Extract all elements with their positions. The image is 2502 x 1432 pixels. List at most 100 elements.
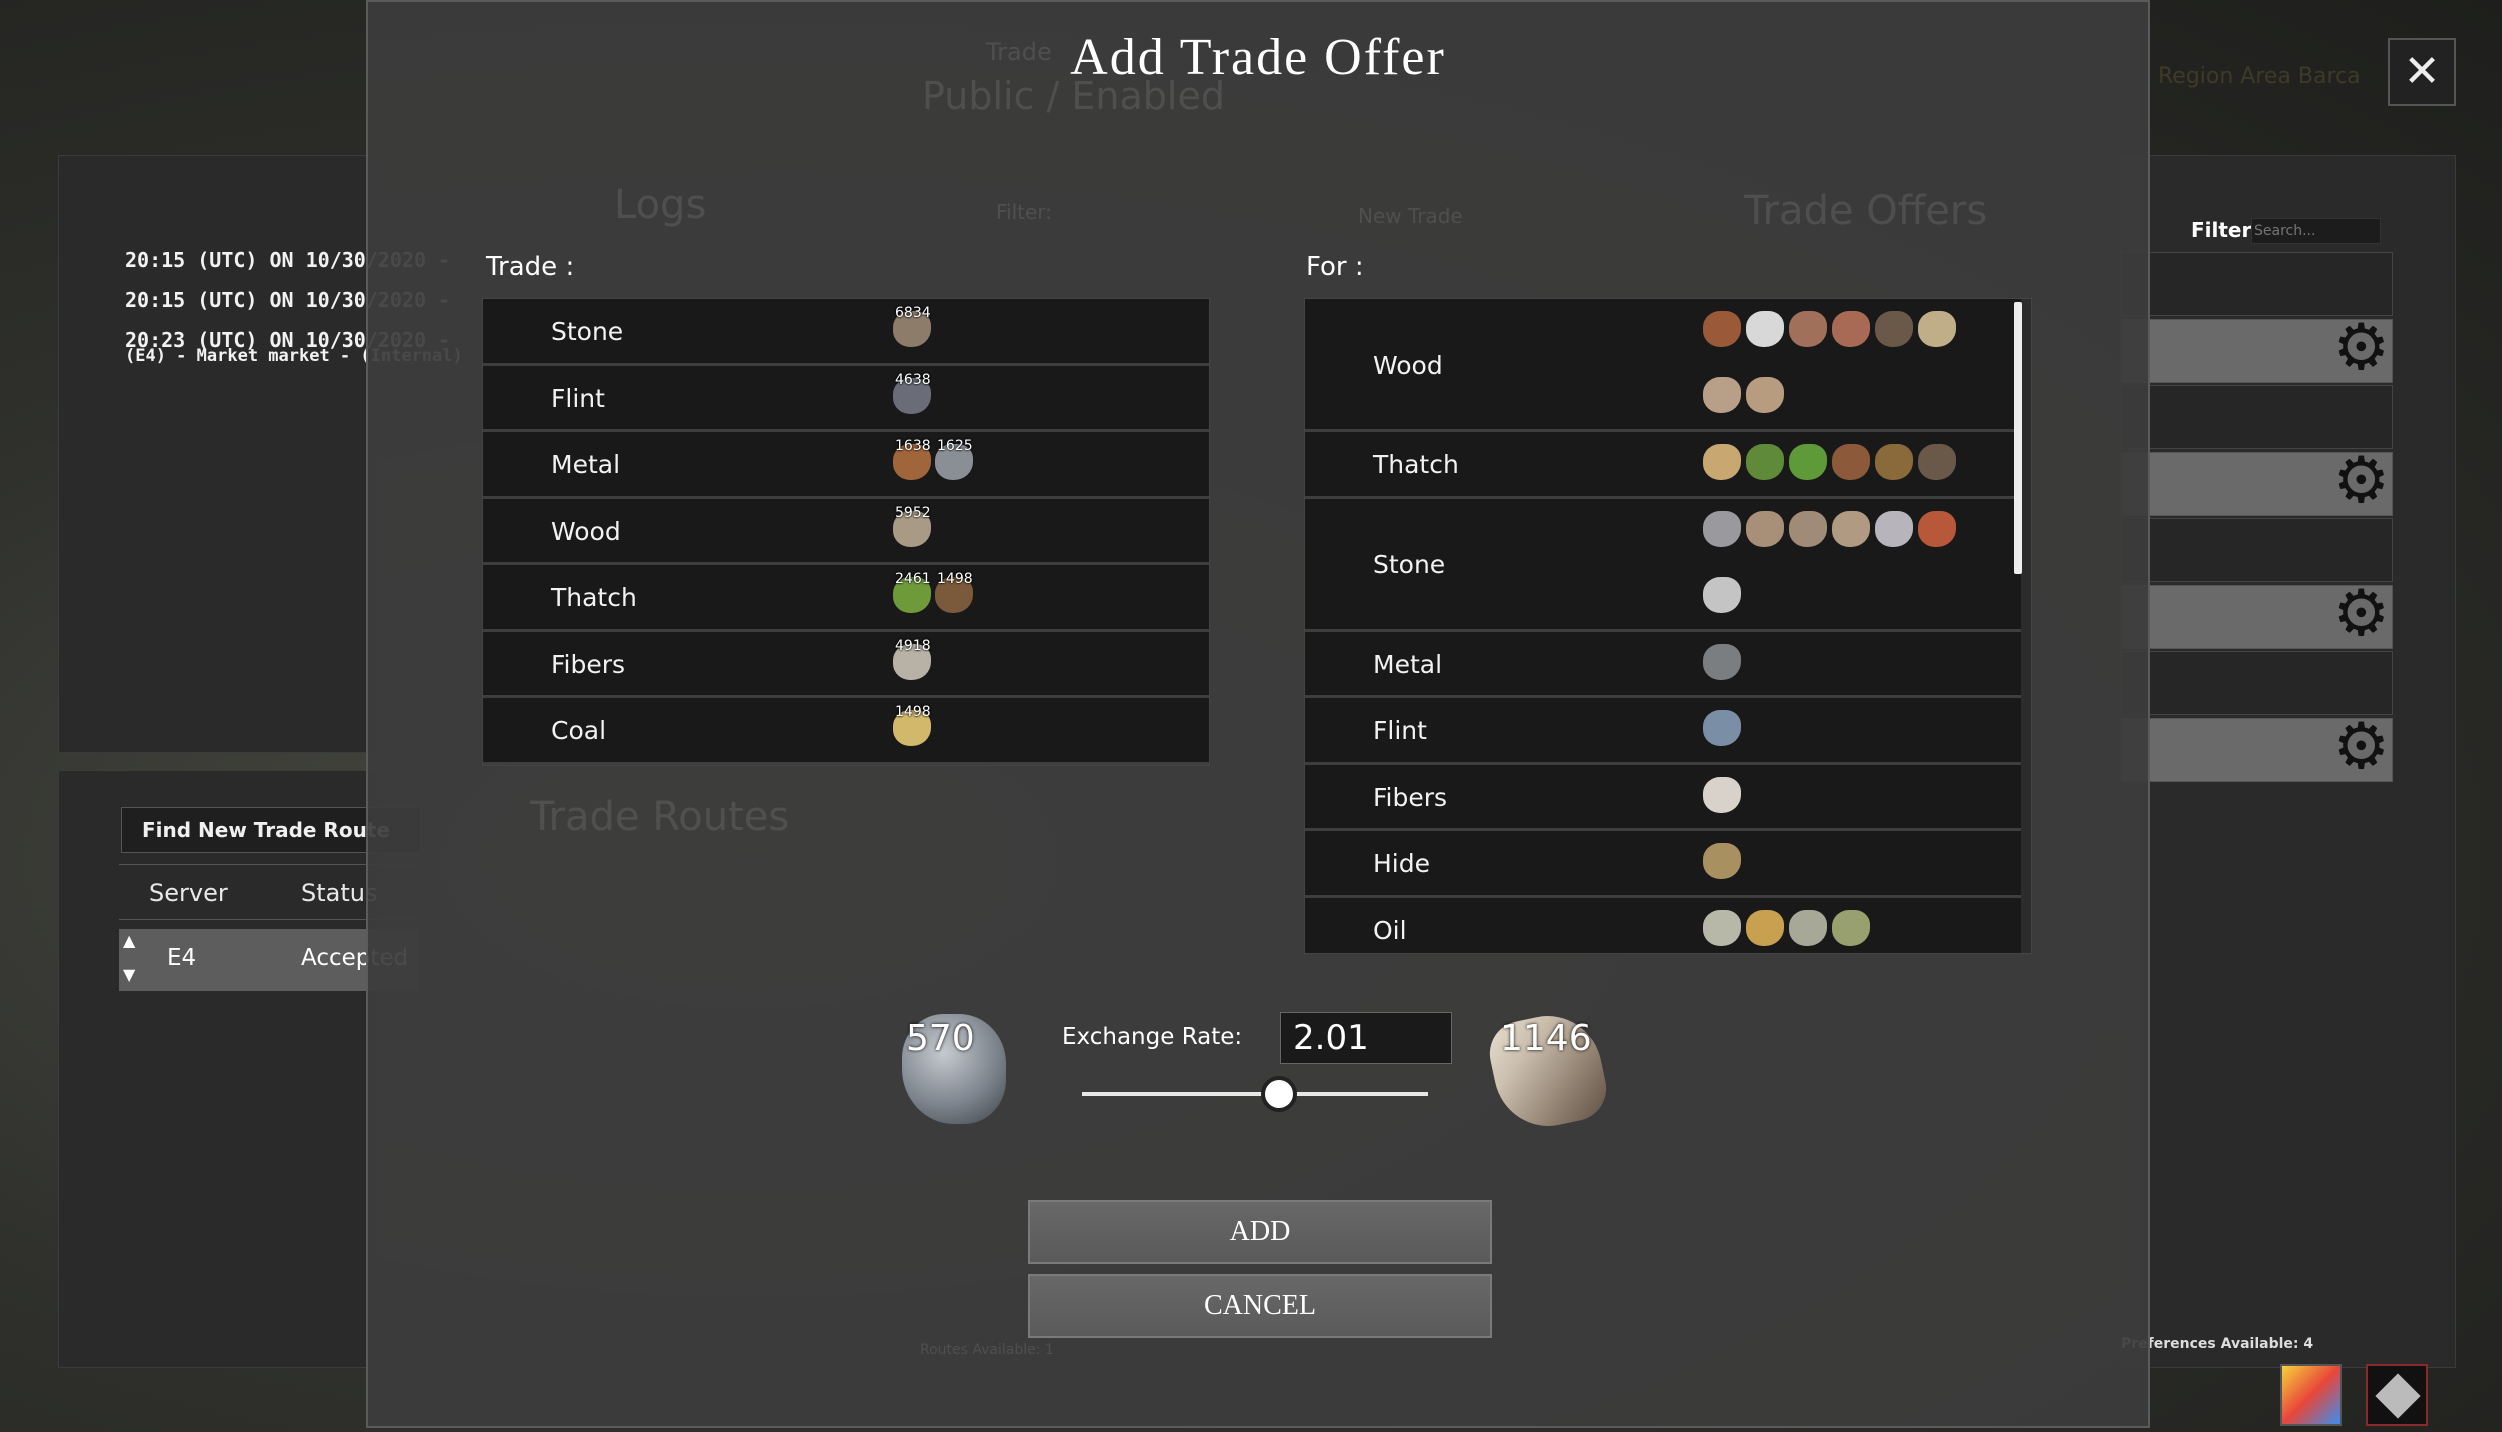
trade-item-name: Coal bbox=[551, 716, 607, 745]
resource-icon[interactable] bbox=[1746, 311, 1784, 347]
resource-count: 5952 bbox=[895, 504, 931, 521]
resource-icon[interactable]: 2461 bbox=[893, 571, 931, 613]
for-item-name: Oil bbox=[1373, 915, 1407, 945]
trade-item-row[interactable]: Thatch 2461 1498 bbox=[483, 565, 1209, 632]
ghost-trade-routes: Trade Routes bbox=[530, 794, 790, 840]
resource-icon[interactable] bbox=[1746, 444, 1784, 480]
for-item-row[interactable]: Wood bbox=[1305, 299, 2021, 432]
trade-item-row[interactable]: Wood 5952 bbox=[483, 498, 1209, 565]
resource-icon[interactable] bbox=[1746, 510, 1784, 547]
resource-icon[interactable] bbox=[1918, 444, 1956, 480]
for-item-list: Wood Thatch Stone Metal Flint Fibers Hide Oil bbox=[1304, 298, 2032, 954]
resource-icon[interactable] bbox=[1703, 311, 1741, 347]
ghost-trade-offers: Trade Offers bbox=[1744, 188, 1988, 234]
resource-icon[interactable]: 5952 bbox=[893, 505, 931, 547]
resource-icon[interactable]: 1625 bbox=[935, 438, 973, 480]
trade-item-name: Wood bbox=[551, 516, 621, 546]
resource-icon[interactable] bbox=[1703, 776, 1741, 813]
trade-item-list: Stone 6834 Flint 4638 Metal 1638 1625 Wood 5952 T… bbox=[482, 298, 1210, 766]
for-item-row[interactable]: Thatch bbox=[1305, 432, 2021, 499]
for-item-row[interactable]: Stone bbox=[1305, 498, 2021, 632]
resource-icon[interactable] bbox=[1789, 444, 1827, 480]
exchange-rate-slider[interactable] bbox=[1082, 1092, 1428, 1096]
for-item-name: Fibers bbox=[1373, 782, 1448, 812]
resource-icon[interactable] bbox=[1832, 444, 1870, 480]
gear-icon[interactable]: ⚙ bbox=[2333, 449, 2390, 513]
resource-icon[interactable]: 1498 bbox=[893, 704, 931, 746]
resource-count: 1638 bbox=[895, 438, 931, 454]
gear-icon[interactable]: ⚙ bbox=[2333, 582, 2390, 646]
resource-icon[interactable] bbox=[1832, 510, 1870, 547]
exchange-rate-input[interactable] bbox=[1280, 1012, 1452, 1064]
trade-offer-row[interactable]: ⚙ bbox=[2121, 316, 2393, 383]
trade-offers-panel: Filter: ⚙⚙⚙⚙ Preferences Available: 4 bbox=[2120, 155, 2456, 1368]
resource-icon[interactable] bbox=[1703, 444, 1741, 480]
trade-offer-row[interactable] bbox=[2121, 518, 2393, 582]
resource-count: 6834 bbox=[895, 305, 931, 321]
resource-icon[interactable] bbox=[1703, 843, 1741, 879]
resource-count: 1498 bbox=[937, 571, 973, 587]
resource-icon[interactable] bbox=[1746, 377, 1784, 413]
gear-icon[interactable]: ⚙ bbox=[2333, 715, 2390, 779]
trade-item-row[interactable]: Flint 4638 bbox=[483, 365, 1209, 432]
add-button[interactable]: ADD bbox=[1028, 1200, 1492, 1264]
for-item-row[interactable]: Metal bbox=[1305, 631, 2021, 698]
scroll-down-icon[interactable]: ▼ bbox=[123, 965, 135, 984]
resource-icon[interactable] bbox=[1918, 510, 1956, 547]
trade-item-row[interactable]: Fibers 4918 bbox=[483, 631, 1209, 698]
resource-icon[interactable] bbox=[1789, 909, 1827, 946]
scroll-up-icon[interactable]: ▲ bbox=[123, 931, 135, 950]
trade-offer-row[interactable]: ⚙ bbox=[2121, 582, 2393, 649]
logs-panel: 20:15 (UTC) ON 10/30/2020 -20:15 (UTC) O… bbox=[58, 155, 463, 753]
ghost-filter: Filter: bbox=[996, 200, 1052, 224]
resource-icon[interactable] bbox=[1703, 510, 1741, 547]
search-input[interactable] bbox=[2251, 218, 2381, 244]
resource-icon[interactable] bbox=[1832, 311, 1870, 347]
trade-item-row[interactable]: Metal 1638 1625 bbox=[483, 432, 1209, 499]
resource-icon[interactable] bbox=[1832, 909, 1870, 946]
resource-icon[interactable] bbox=[1703, 909, 1741, 946]
palette-icon[interactable] bbox=[2280, 1364, 2342, 1426]
trade-item-name: Thatch bbox=[551, 583, 637, 612]
resource-icon[interactable]: 6834 bbox=[893, 305, 931, 347]
trade-item-name: Metal bbox=[551, 450, 621, 479]
gear-icon[interactable]: ⚙ bbox=[2333, 316, 2390, 380]
resource-icon[interactable] bbox=[1789, 311, 1827, 347]
cancel-button[interactable]: CANCEL bbox=[1028, 1274, 1492, 1338]
resource-icon[interactable]: 1498 bbox=[935, 571, 973, 613]
trade-offer-row[interactable]: ⚙ bbox=[2121, 715, 2393, 782]
resource-icon[interactable] bbox=[1746, 909, 1784, 946]
for-item-name: Stone bbox=[1373, 550, 1446, 579]
resource-icon[interactable] bbox=[1703, 576, 1741, 613]
resource-icon[interactable] bbox=[1918, 311, 1956, 347]
resource-icon[interactable] bbox=[1703, 710, 1741, 746]
resource-icon[interactable] bbox=[1789, 510, 1827, 547]
resource-icon[interactable] bbox=[1703, 643, 1741, 680]
give-amount: 570 bbox=[906, 1018, 975, 1059]
resource-icon[interactable]: 4918 bbox=[893, 638, 931, 680]
filter-label: Filter: bbox=[2191, 218, 2260, 242]
resource-icon[interactable]: 1638 bbox=[893, 438, 931, 480]
slider-handle[interactable] bbox=[1261, 1076, 1298, 1112]
trade-item-row[interactable]: Coal 1498 bbox=[483, 698, 1209, 765]
resource-icon[interactable] bbox=[1875, 444, 1913, 480]
resource-icon[interactable] bbox=[1703, 377, 1741, 413]
trade-offer-row[interactable] bbox=[2121, 385, 2393, 449]
trade-routes-panel: Find New Trade Route Server Status ▲ ▼ E… bbox=[58, 770, 421, 1368]
resource-icon[interactable] bbox=[1875, 510, 1913, 547]
ghost-logs: Logs bbox=[614, 182, 707, 228]
close-icon[interactable]: ✕ bbox=[2388, 38, 2456, 106]
for-list-scrollbar[interactable] bbox=[2014, 302, 2022, 574]
trade-offer-row[interactable]: ⚙ bbox=[2121, 449, 2393, 516]
for-item-row[interactable]: Fibers bbox=[1305, 764, 2021, 831]
resource-icon[interactable]: 4638 bbox=[893, 372, 931, 414]
trade-item-row[interactable]: Stone 6834 bbox=[483, 299, 1209, 366]
for-item-row[interactable]: Oil bbox=[1305, 897, 2021, 953]
for-item-row[interactable]: Flint bbox=[1305, 698, 2021, 765]
for-item-row[interactable]: Hide bbox=[1305, 831, 2021, 898]
for-item-name: Hide bbox=[1373, 849, 1430, 879]
trade-offer-row[interactable] bbox=[2121, 651, 2393, 715]
trade-offer-row[interactable] bbox=[2121, 252, 2393, 316]
structure-icon[interactable] bbox=[2366, 1364, 2428, 1426]
resource-icon[interactable] bbox=[1875, 311, 1913, 347]
